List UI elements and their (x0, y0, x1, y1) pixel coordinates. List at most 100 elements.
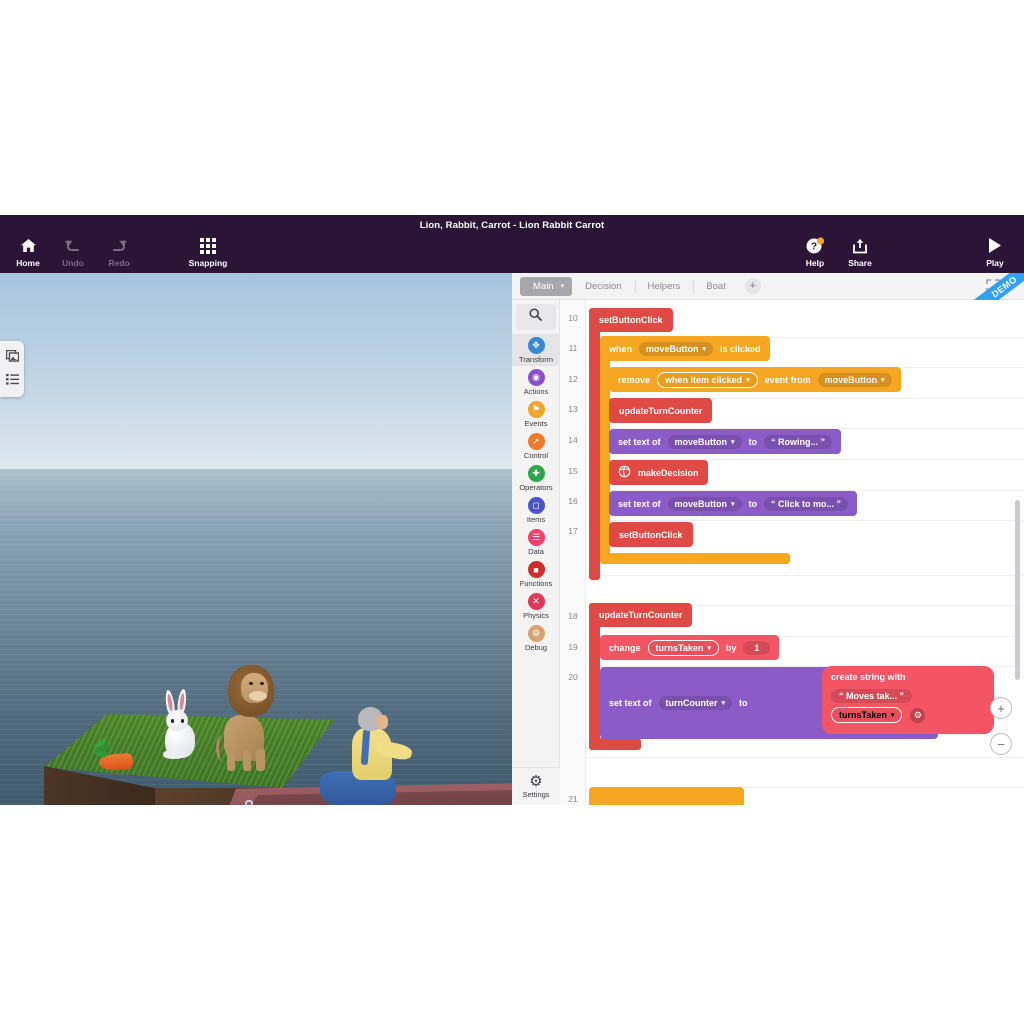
search-input[interactable] (515, 304, 556, 330)
scene-layers-icon[interactable] (5, 349, 19, 367)
tab-main[interactable]: Main ▾ (520, 276, 573, 296)
dropdown-when-item-clicked[interactable]: when item clicked ▾ (657, 371, 758, 388)
text-value-click-to-move[interactable]: “ Click to mo... ” (764, 496, 849, 511)
chevron-down-icon[interactable]: ▾ (561, 282, 565, 290)
block-label: setButtonClick (599, 315, 663, 325)
tab-decision-label: Decision (585, 280, 622, 292)
category-transform[interactable]: ✥ Transform (512, 334, 560, 366)
block-label: when (609, 343, 633, 354)
gear-icon: ⚙ (529, 773, 543, 790)
tab-decision[interactable]: Decision (572, 277, 634, 296)
block-create-string-with[interactable]: create string with “ Moves tak... ” turn… (822, 666, 994, 734)
physics-icon: ✕ (527, 593, 545, 610)
dropdown-value: turnCounter (665, 698, 718, 708)
settings-button[interactable]: ⚙ Settings (512, 767, 560, 805)
tab-main-label: Main (533, 280, 554, 292)
dropdown-turnstaken[interactable]: turnsTaken ▾ (647, 639, 719, 656)
toolbar-play-button[interactable]: Play (967, 235, 1023, 268)
block-when-clicked[interactable]: when moveButton ▾ is clicked (600, 336, 770, 361)
category-debug[interactable]: ⚙ Debug (512, 622, 560, 654)
toolbar-snapping-label: Snapping (188, 258, 228, 268)
text-value-moves-taken[interactable]: “ Moves tak... ” (831, 689, 913, 703)
block-set-text-movebutton-rowing[interactable]: set text of moveButton ▾ to “ Rowing... … (609, 429, 842, 454)
category-functions[interactable]: ■ Functions (512, 558, 560, 590)
category-items-label: Items (526, 515, 546, 524)
category-functions-label: Functions (519, 579, 553, 588)
dropdown-movebutton[interactable]: moveButton ▾ (667, 434, 742, 449)
line-number: 15 (568, 466, 578, 476)
code-tabbar: Main ▾ Decision Helpers Boat + DEMO (512, 273, 1024, 319)
category-data-label: Data (528, 547, 544, 556)
block-remove-event[interactable]: remove when item clicked ▾ event from mo… (609, 367, 901, 392)
toolbar-share-button[interactable]: Share (832, 235, 888, 268)
operators-icon: ✚ (527, 465, 545, 482)
category-events[interactable]: ⚑ Events (512, 398, 560, 430)
function-stack-foot-2 (589, 738, 641, 750)
category-physics-label: Physics (523, 611, 549, 620)
text-value-rowing[interactable]: “ Rowing... ” (764, 434, 833, 449)
toolbar-share-label: Share (848, 258, 872, 268)
block-define-setbuttonclick[interactable]: setButtonClick (589, 308, 673, 332)
function-icon: ■ (527, 561, 545, 578)
add-tab-button[interactable]: + (744, 278, 761, 294)
item-icon: ◻ (527, 497, 545, 514)
text-value: “ Click to mo... ” (771, 498, 842, 509)
category-transform-label: Transform (519, 355, 553, 364)
settings-label: Settings (522, 790, 550, 799)
dropdown-value: when item clicked (665, 374, 743, 385)
text-value: “ Moves tak... ” (839, 691, 905, 701)
line-number: 17 (568, 526, 578, 536)
scene-viewport[interactable]: Library Upload (0, 273, 512, 805)
code-canvas[interactable]: 10 11 12 13 14 15 16 17 18 19 20 21 setB… (560, 300, 1024, 805)
search-icon (529, 308, 542, 326)
zoom-out-button[interactable]: − (990, 733, 1012, 755)
block-define-updateturncounter[interactable]: updateTurnCounter (589, 603, 693, 627)
dropdown-movebutton[interactable]: moveButton ▾ (667, 496, 742, 511)
block-label: updateTurnCounter (619, 405, 703, 416)
line-number: 10 (568, 313, 578, 323)
code-scrollbar[interactable] (1015, 500, 1020, 680)
number-input-amount[interactable]: 1 (743, 640, 771, 655)
chevron-down-icon: ▾ (731, 500, 735, 508)
block-call-updateturncounter[interactable]: updateTurnCounter (609, 398, 713, 423)
block-label: to (748, 498, 758, 509)
category-actions[interactable]: ◉ Actions (512, 366, 560, 398)
category-events-label: Events (524, 419, 548, 428)
block-label: event from (764, 374, 811, 385)
branch-icon: ➚ (527, 433, 545, 450)
chevron-down-icon: ▾ (721, 700, 726, 707)
block-call-setbuttonclick[interactable]: setButtonClick (609, 522, 693, 547)
block-label: is clicked (720, 343, 761, 354)
block-label: to (739, 698, 748, 708)
dropdown-value: moveButton (674, 498, 728, 509)
data-icon: ☰ (527, 529, 545, 546)
dropdown-turnstaken[interactable]: turnsTaken ▾ (831, 707, 903, 723)
category-items[interactable]: ◻ Items (512, 494, 560, 526)
line-number: 12 (568, 374, 578, 384)
block-change-variable[interactable]: change turnsTaken ▾ by 1 (600, 635, 780, 660)
dropdown-turncounter[interactable]: turnCounter ▾ (658, 696, 733, 710)
block-partial-event[interactable] (589, 787, 744, 805)
block-set-text-movebutton-click[interactable]: set text of moveButton ▾ to “ Click to m… (609, 491, 858, 516)
object-list-icon[interactable] (5, 372, 19, 390)
gear-icon[interactable]: ⚙ (910, 707, 926, 723)
panel-resize-handle[interactable] (505, 801, 512, 805)
toolbar-snapping-button[interactable]: Snapping (180, 235, 236, 268)
zoom-in-button[interactable]: + (990, 697, 1012, 719)
toolbar-redo-button[interactable]: Redo (91, 235, 147, 268)
category-operators[interactable]: ✚ Operators (512, 462, 560, 494)
tab-boat[interactable]: Boat (693, 277, 739, 296)
tab-helpers[interactable]: Helpers (634, 277, 694, 296)
block-label: set text of (618, 498, 661, 509)
dropdown-movebutton[interactable]: moveButton ▾ (639, 341, 714, 356)
dropdown-movebutton[interactable]: moveButton ▾ (817, 372, 892, 387)
block-call-makedecision[interactable]: makeDecision (609, 460, 708, 485)
block-label: by (725, 642, 737, 653)
category-physics[interactable]: ✕ Physics (512, 590, 560, 622)
category-control[interactable]: ➚ Control (512, 430, 560, 462)
category-data[interactable]: ☰ Data (512, 526, 560, 558)
category-actions-label: Actions (523, 387, 549, 396)
toolbar-redo-label: Redo (108, 258, 130, 268)
block-label: set text of (609, 698, 652, 708)
category-operators-label: Operators (519, 483, 553, 492)
